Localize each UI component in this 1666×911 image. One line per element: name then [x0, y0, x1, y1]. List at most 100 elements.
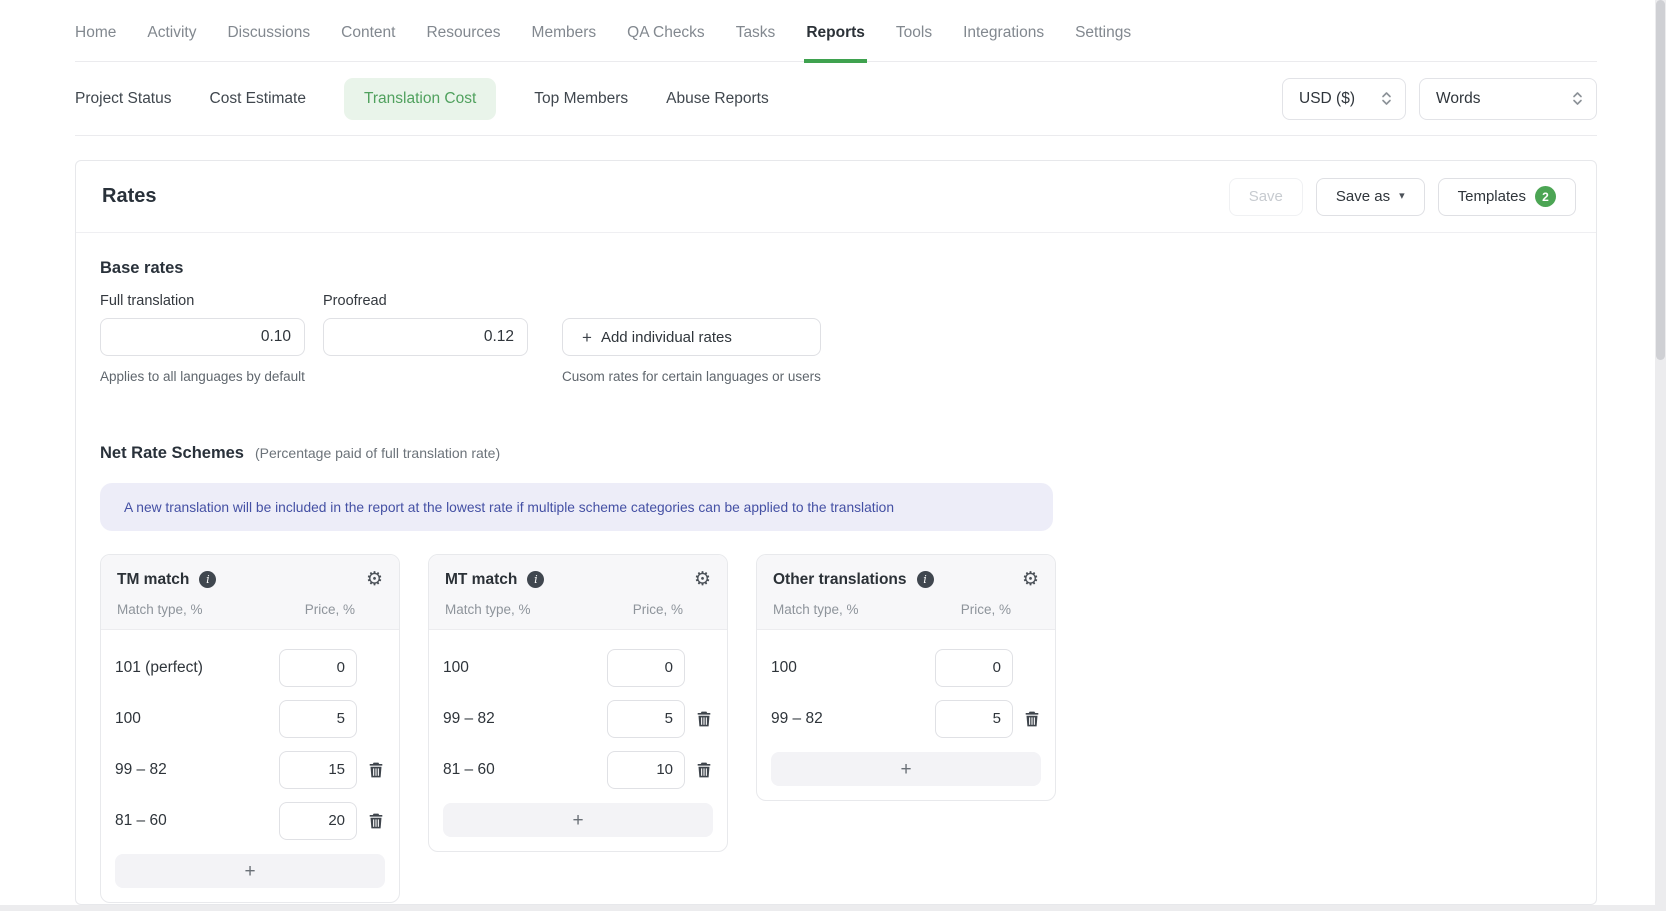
gear-icon[interactable]: ⚙: [1022, 570, 1039, 589]
tm-match-title: TM match: [117, 571, 189, 589]
price-input[interactable]: [935, 700, 1013, 738]
price-column-header: Price, %: [277, 602, 355, 617]
nav-item-tools[interactable]: Tools: [896, 24, 932, 61]
nav-item-tasks[interactable]: Tasks: [736, 24, 776, 61]
templates-button[interactable]: Templates 2: [1438, 178, 1576, 216]
match-type-column-header: Match type, %: [773, 602, 933, 617]
delete-row-button[interactable]: [367, 760, 385, 780]
tab-cost-estimate[interactable]: Cost Estimate: [210, 90, 306, 108]
price-input[interactable]: [279, 700, 357, 738]
price-input[interactable]: [279, 802, 357, 840]
match-range-label: 81 – 60: [443, 761, 607, 779]
other-translations-card-body: 100 99 – 82: [757, 630, 1055, 800]
gear-icon[interactable]: ⚙: [366, 570, 383, 589]
save-button-label: Save: [1249, 188, 1283, 205]
price-input[interactable]: [607, 700, 685, 738]
other-translations-card: Other translations i ⚙ Match type, % Pri…: [756, 554, 1056, 801]
add-individual-rates-button[interactable]: + Add individual rates: [562, 318, 821, 356]
nav-item-home[interactable]: Home: [75, 24, 116, 61]
table-row: 99 – 82: [115, 744, 385, 795]
nav-item-members[interactable]: Members: [532, 24, 597, 61]
scheme-cards: TM match i ⚙ Match type, % Price, %: [100, 554, 1572, 903]
full-translation-input[interactable]: [100, 318, 305, 356]
mt-match-title: MT match: [445, 571, 517, 589]
nav-item-qa-checks[interactable]: QA Checks: [627, 24, 705, 61]
add-range-button[interactable]: +: [115, 854, 385, 888]
mt-match-column-headers: Match type, % Price, %: [445, 589, 711, 629]
nav-item-discussions[interactable]: Discussions: [227, 24, 310, 61]
rates-panel-body: Base rates Full translation Applies to a…: [76, 233, 1596, 911]
full-translation-field-group: Full translation Applies to all language…: [100, 293, 305, 384]
save-button[interactable]: Save: [1229, 178, 1303, 216]
info-icon[interactable]: i: [199, 571, 216, 588]
net-rate-schemes-section: Net Rate Schemes (Percentage paid of ful…: [100, 444, 1572, 903]
nav-item-reports[interactable]: Reports: [806, 24, 865, 61]
report-unit-select[interactable]: Words: [1419, 78, 1597, 120]
nav-item-resources[interactable]: Resources: [426, 24, 500, 61]
other-translations-card-header: Other translations i ⚙ Match type, % Pri…: [757, 555, 1055, 630]
vertical-scrollbar-thumb[interactable]: [1656, 0, 1665, 360]
save-as-button[interactable]: Save as ▾: [1316, 178, 1425, 216]
other-translations-title: Other translations: [773, 571, 907, 589]
tab-top-members[interactable]: Top Members: [534, 90, 628, 108]
currency-select[interactable]: USD ($): [1282, 78, 1406, 120]
other-translations-column-headers: Match type, % Price, %: [773, 589, 1039, 629]
delete-row-button[interactable]: [367, 811, 385, 831]
caret-down-icon: ▾: [1399, 191, 1405, 202]
trash-icon: [369, 762, 383, 778]
proofread-field-group: Proofread: [323, 293, 528, 356]
info-icon[interactable]: i: [527, 571, 544, 588]
table-row: 100: [115, 693, 385, 744]
report-unit-select-value: Words: [1436, 90, 1481, 108]
match-range-label: 99 – 82: [771, 710, 935, 728]
nav-item-integrations[interactable]: Integrations: [963, 24, 1044, 61]
trash-icon: [369, 813, 383, 829]
tab-abuse-reports[interactable]: Abuse Reports: [666, 90, 769, 108]
add-range-button[interactable]: +: [771, 752, 1041, 786]
delete-row-button[interactable]: [1023, 709, 1041, 729]
price-input[interactable]: [607, 649, 685, 687]
gear-icon[interactable]: ⚙: [694, 570, 711, 589]
add-range-button[interactable]: +: [443, 803, 713, 837]
rates-panel: Rates Save Save as ▾ Templates 2: [75, 160, 1597, 905]
add-individual-rates-helper: Cusom rates for certain languages or use…: [562, 369, 821, 384]
match-range-label: 100: [771, 659, 935, 677]
nav-item-content[interactable]: Content: [341, 24, 395, 61]
table-row: 100: [443, 642, 713, 693]
vertical-scrollbar[interactable]: [1655, 0, 1666, 911]
save-as-button-label: Save as: [1336, 188, 1390, 205]
templates-count-badge: 2: [1535, 186, 1556, 207]
table-row: 99 – 82: [443, 693, 713, 744]
table-row: 101 (perfect): [115, 642, 385, 693]
tab-translation-cost[interactable]: Translation Cost: [344, 78, 496, 120]
net-rate-schemes-title: Net Rate Schemes: [100, 444, 244, 463]
match-type-column-header: Match type, %: [445, 602, 605, 617]
match-range-label: 100: [443, 659, 607, 677]
base-rates-title: Base rates: [100, 259, 1572, 278]
currency-select-value: USD ($): [1299, 90, 1355, 108]
tm-match-card-body: 101 (perfect) 100 99: [101, 630, 399, 902]
select-arrows-icon: [1381, 91, 1392, 106]
delete-row-button[interactable]: [695, 709, 713, 729]
full-translation-label: Full translation: [100, 293, 305, 309]
full-translation-helper: Applies to all languages by default: [100, 369, 305, 384]
match-range-label: 101 (perfect): [115, 659, 279, 677]
table-row: 100: [771, 642, 1041, 693]
lowest-rate-info-banner-text: A new translation will be included in th…: [124, 500, 894, 515]
nav-item-activity[interactable]: Activity: [147, 24, 196, 61]
info-icon[interactable]: i: [917, 571, 934, 588]
tm-match-column-headers: Match type, % Price, %: [117, 589, 383, 629]
page: Home Activity Discussions Content Resour…: [0, 0, 1666, 911]
price-input[interactable]: [279, 751, 357, 789]
price-input[interactable]: [279, 649, 357, 687]
base-rates-fields: Full translation Applies to all language…: [100, 293, 1572, 384]
price-input[interactable]: [607, 751, 685, 789]
mt-match-card-header: MT match i ⚙ Match type, % Price, %: [429, 555, 727, 630]
individual-rates-group: + Add individual rates Cusom rates for c…: [562, 293, 821, 384]
tab-project-status[interactable]: Project Status: [75, 90, 172, 108]
price-input[interactable]: [935, 649, 1013, 687]
delete-row-button[interactable]: [695, 760, 713, 780]
nav-item-settings[interactable]: Settings: [1075, 24, 1131, 61]
proofread-input[interactable]: [323, 318, 528, 356]
trash-icon: [1025, 711, 1039, 727]
